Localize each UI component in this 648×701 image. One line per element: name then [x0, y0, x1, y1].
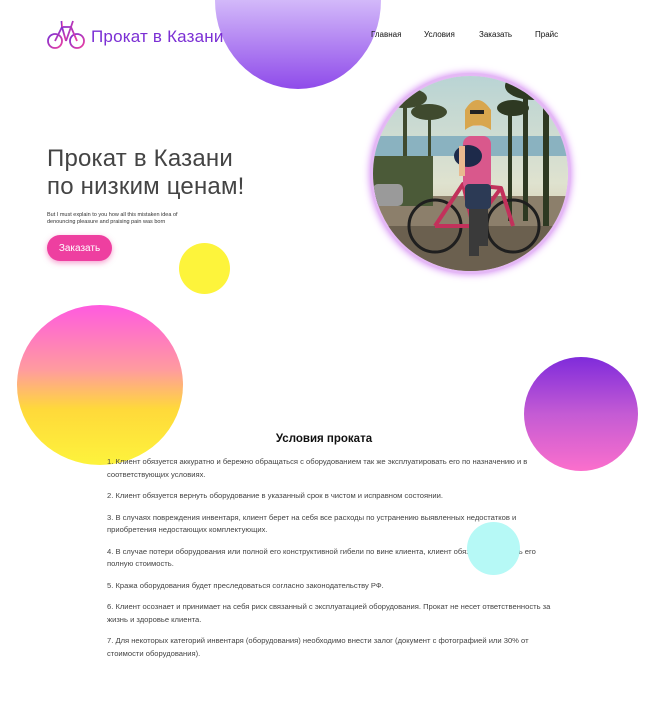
terms-item: 7. Для некоторых категорий инвентаря (об…: [107, 636, 529, 658]
nav-item-order[interactable]: Заказать: [479, 30, 512, 39]
hero-title-line-1: Прокат в Казани: [47, 145, 233, 172]
hero-title: Прокат в Казани по низким ценам!: [47, 145, 245, 201]
main-nav: Главная Условия Заказать Прайс: [0, 30, 648, 42]
nav-item-home[interactable]: Главная: [371, 30, 401, 39]
hero-subtitle: But I must explain to you how all this m…: [47, 212, 178, 225]
decorative-circle-purple-right: [524, 357, 638, 471]
decorative-circle-yellow: [179, 243, 230, 294]
site-header: Прокат в Казани Главная Условия Заказать…: [0, 0, 648, 70]
decorative-circle-cyan: [467, 522, 520, 575]
order-button[interactable]: Заказать: [47, 235, 112, 261]
terms-item: 6. Клиент осознает и принимает на себя р…: [107, 602, 551, 624]
terms-item: 1. Клиент обязуется аккуратно и бережно …: [107, 457, 528, 479]
nav-item-price[interactable]: Прайс: [535, 30, 558, 39]
terms-item: 5. Кража оборудования будет преследовать…: [107, 580, 384, 590]
terms-item: 2. Клиент обязуется вернуть оборудование…: [107, 491, 443, 500]
nav-item-conditions[interactable]: Условия: [424, 30, 455, 39]
woman-with-bicycle-photo: [373, 76, 568, 271]
hero-photo: [373, 76, 568, 271]
hero-title-line-2: по низким ценам!: [47, 173, 245, 200]
terms-title: Условия проката: [275, 433, 373, 445]
